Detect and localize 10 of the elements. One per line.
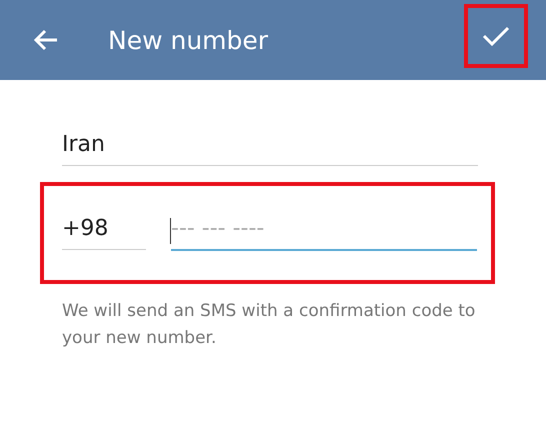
done-button[interactable] bbox=[464, 4, 528, 68]
check-icon bbox=[482, 25, 510, 47]
country-field[interactable]: Iran bbox=[62, 132, 478, 166]
hint-text: We will send an SMS with a confirmation code to your new number. bbox=[62, 300, 476, 350]
text-cursor bbox=[170, 218, 171, 244]
country-value: Iran bbox=[62, 132, 105, 157]
country-code: +98 bbox=[62, 216, 108, 241]
back-arrow-icon bbox=[33, 29, 59, 51]
country-code-field[interactable]: +98 bbox=[62, 216, 146, 250]
screen-title: New number bbox=[108, 26, 270, 54]
